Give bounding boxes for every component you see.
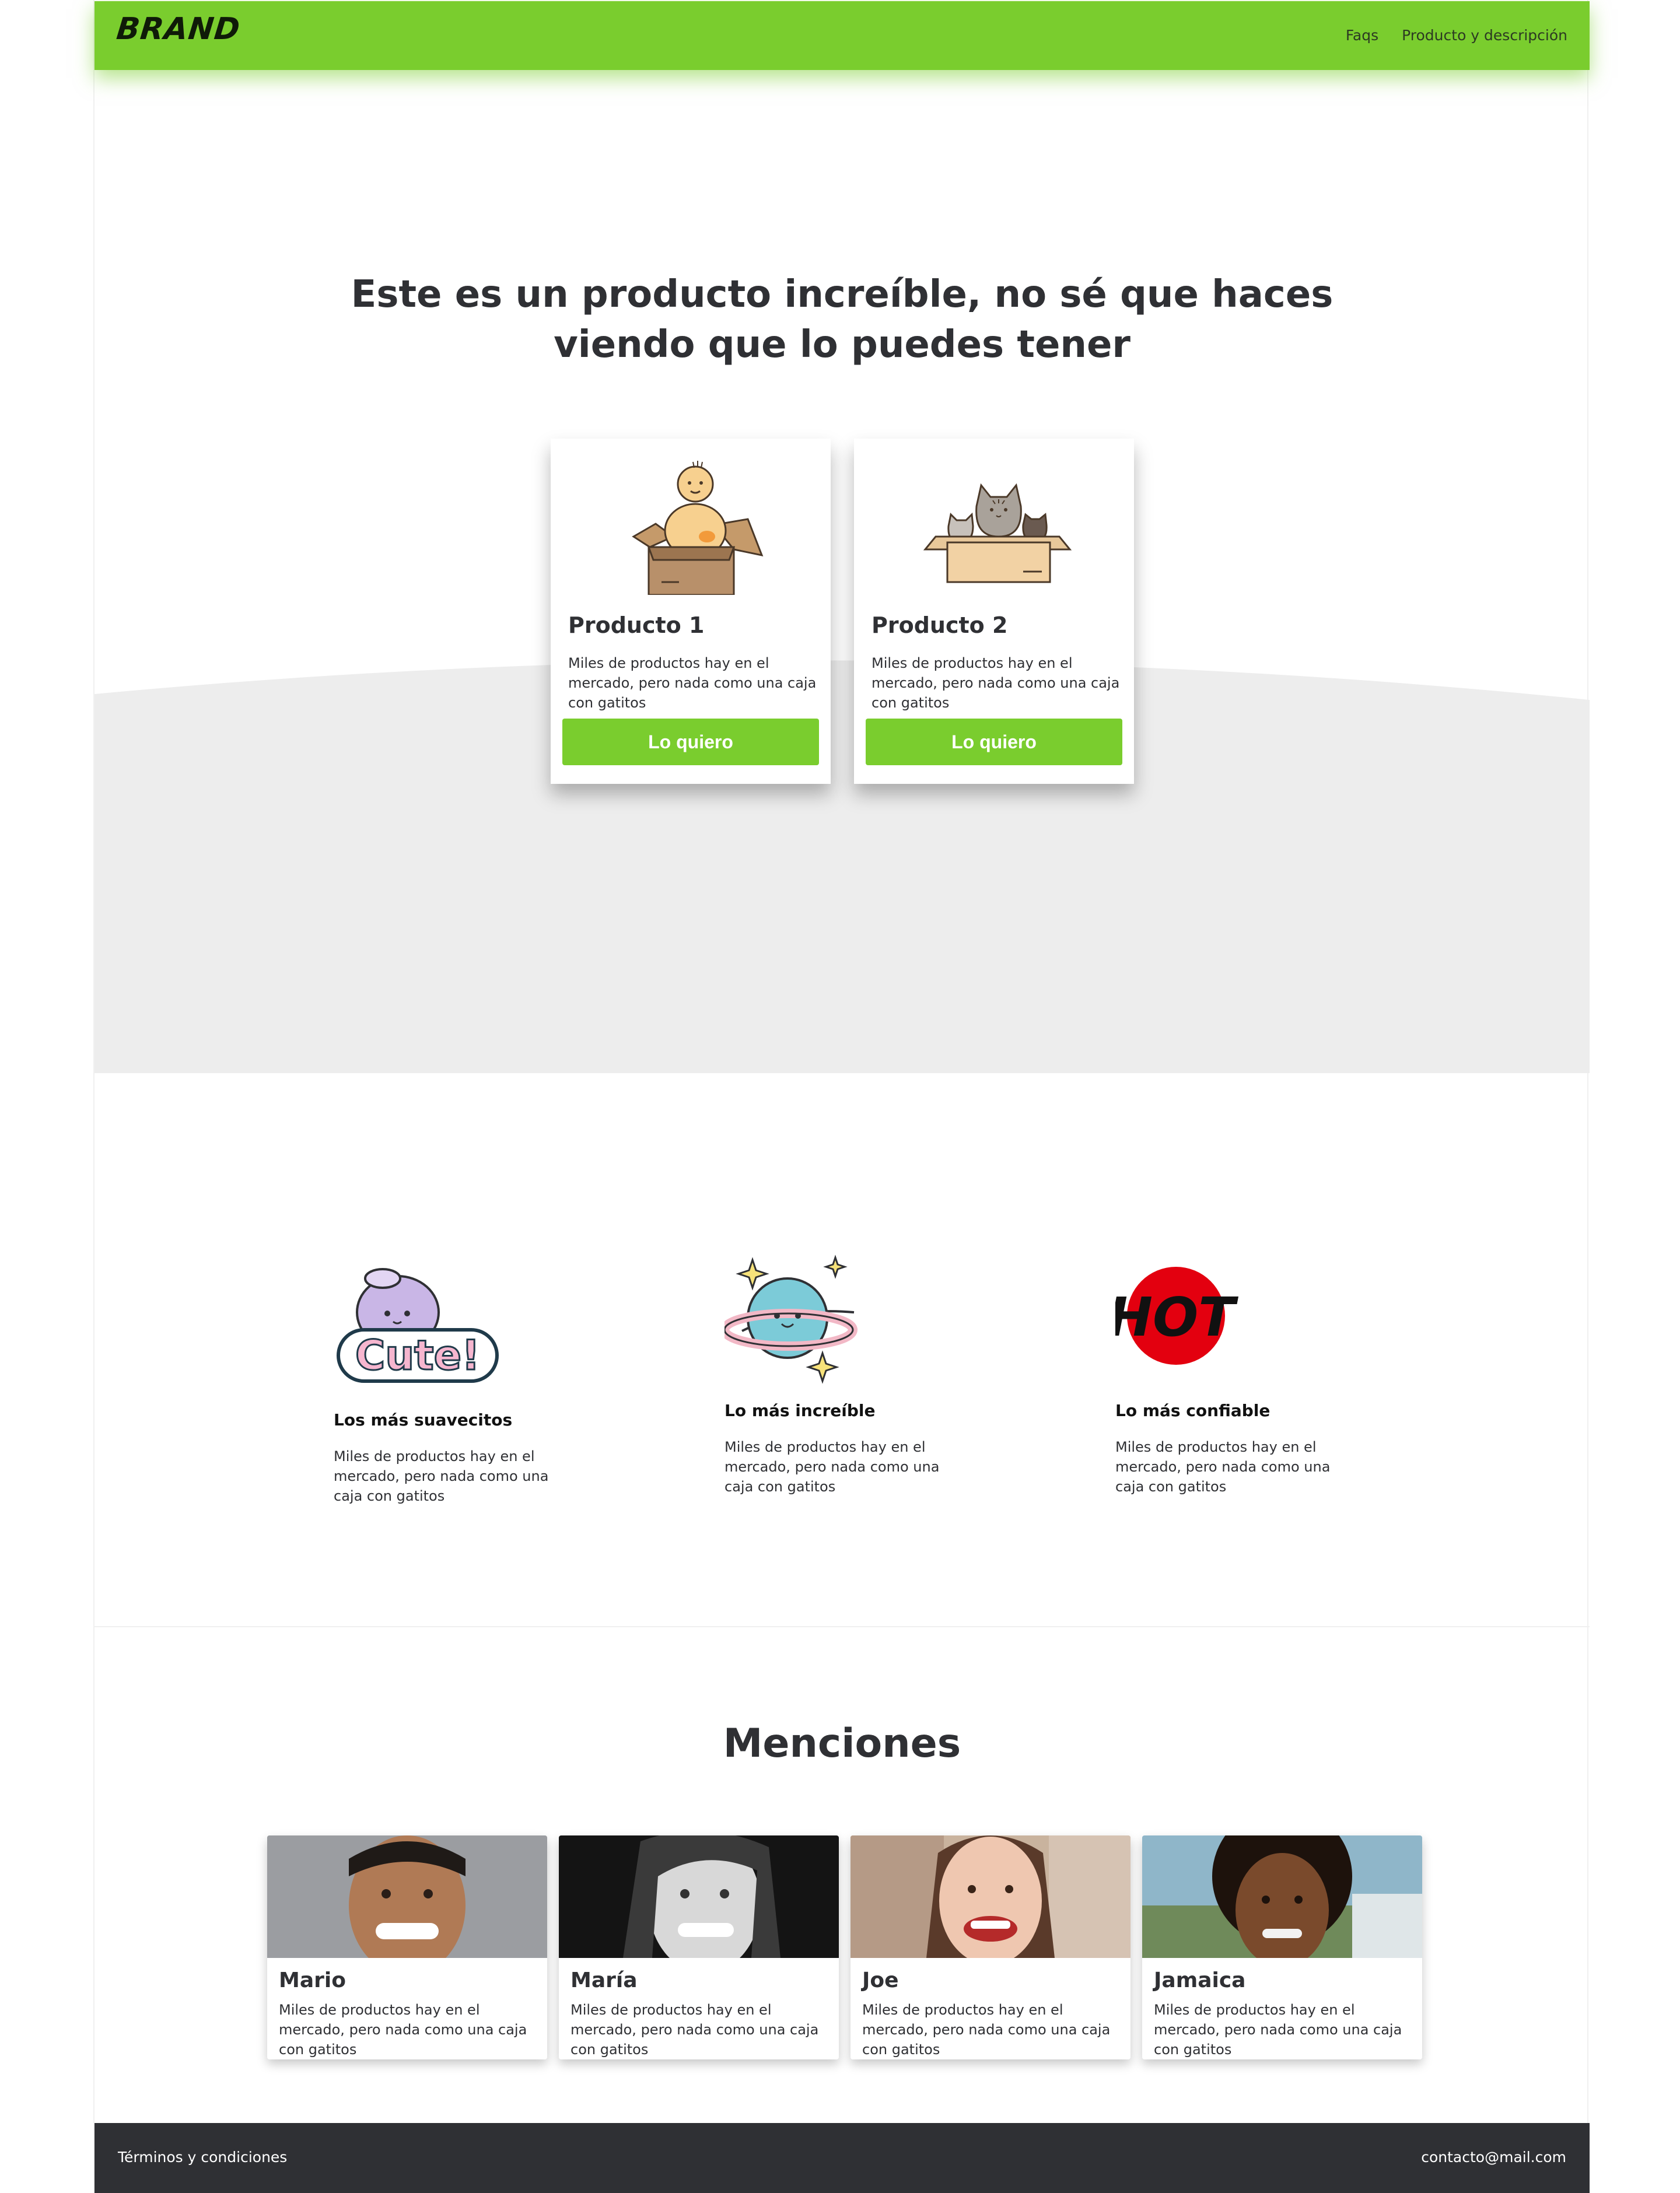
mention-name: Joe xyxy=(862,1968,899,1992)
hero-title-line-1: Este es un producto increíble, no sé que… xyxy=(351,273,1334,316)
mention-description: Miles de productos hay en el mercado, pe… xyxy=(279,2002,527,2058)
avatar-photo xyxy=(559,1835,839,1958)
feature-title: Lo más increíble xyxy=(724,1401,876,1420)
mention-name: Mario xyxy=(279,1968,346,1992)
mention-description: Miles de productos hay en el mercado, pe… xyxy=(862,2002,1111,2058)
feature-description: Miles de productos hay en el mercado, pe… xyxy=(1115,1439,1331,1495)
svg-text:HOT: HOT xyxy=(1115,1286,1238,1348)
avatar-photo xyxy=(1142,1835,1422,1958)
hot-badge-icon: HOT xyxy=(1108,1254,1284,1394)
product-description: Miles de productos hay en el mercado, pe… xyxy=(872,655,1120,711)
avatar-photo xyxy=(850,1835,1130,1958)
mention-description: Miles de productos hay en el mercado, pe… xyxy=(570,2002,819,2058)
hero-title: Este es un producto increíble, no sé que… xyxy=(94,269,1590,370)
contact-email-link[interactable]: contacto@mail.com xyxy=(1421,2149,1566,2166)
terms-link[interactable]: Términos y condiciones xyxy=(118,2149,287,2166)
brand-logo[interactable]: BRAND xyxy=(115,12,242,47)
feature-description: Miles de productos hay en el mercado, pe… xyxy=(724,1439,940,1495)
nav-link-faqs[interactable]: Faqs xyxy=(1346,27,1378,44)
nav-menu: Faqs Producto y descripción xyxy=(1346,27,1567,44)
feature-title: Los más suavecitos xyxy=(334,1410,513,1430)
mention-card-joe: Joe Miles de productos hay en el mercado… xyxy=(850,1835,1130,2059)
feature-title: Lo más confiable xyxy=(1115,1401,1270,1420)
buy-button-product-1[interactable]: Lo quiero xyxy=(562,719,819,765)
mention-card-jamaica: Jamaica Miles de productos hay en el mer… xyxy=(1142,1835,1422,2059)
mention-card-mario: Mario Miles de productos hay en el merca… xyxy=(267,1835,547,2059)
mentions-title: Menciones xyxy=(723,1721,961,1767)
baby-in-box-illustration xyxy=(609,449,772,596)
section-divider xyxy=(94,1626,1590,1627)
buy-button-product-2[interactable]: Lo quiero xyxy=(866,719,1122,765)
cute-sticker-icon: Cute! xyxy=(334,1254,503,1394)
mention-card-maria: María Miles de productos hay en el merca… xyxy=(559,1835,839,2059)
svg-text:Cute!: Cute! xyxy=(355,1332,480,1379)
mention-name: Jamaica xyxy=(1154,1968,1246,1992)
hero-title-line-2: viendo que lo puedes tener xyxy=(554,323,1130,366)
product-title: Producto 1 xyxy=(568,612,705,638)
avatar-photo xyxy=(267,1835,547,1958)
product-card-1: Producto 1 Miles de productos hay en el … xyxy=(551,439,831,784)
product-description: Miles de productos hay en el mercado, pe… xyxy=(568,655,817,711)
footer: Términos y condiciones contacto@mail.com xyxy=(94,2123,1590,2193)
planet-icon xyxy=(720,1254,894,1394)
product-card-2: Producto 2 Miles de productos hay en el … xyxy=(854,439,1134,784)
cats-in-box-illustration xyxy=(912,449,1076,595)
mention-name: María xyxy=(570,1968,638,1992)
nav-link-producto[interactable]: Producto y descripción xyxy=(1402,27,1567,44)
product-title: Producto 2 xyxy=(872,612,1008,638)
feature-description: Miles de productos hay en el mercado, pe… xyxy=(334,1448,549,1504)
landing-page: BRAND Faqs Producto y descripción Este e… xyxy=(93,0,1590,2193)
top-navbar: BRAND Faqs Producto y descripción xyxy=(94,1,1590,70)
hero-background-curve xyxy=(94,653,1590,1073)
mention-description: Miles de productos hay en el mercado, pe… xyxy=(1154,2002,1402,2058)
